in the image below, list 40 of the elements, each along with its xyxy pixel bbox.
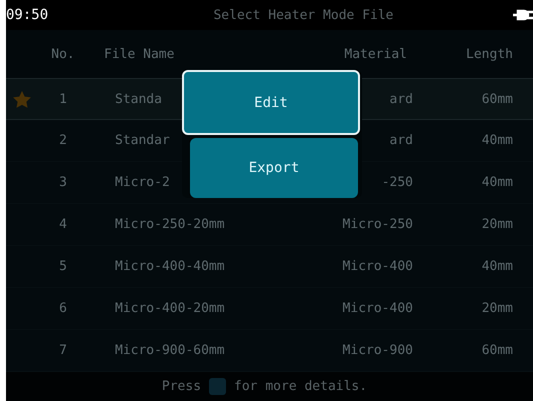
table-cell: Micro-900-60mm	[115, 343, 225, 358]
table-cell: Micro-400-40mm	[115, 259, 225, 274]
table-cell: Micro-250	[342, 217, 413, 232]
table-cell: ard	[390, 133, 413, 148]
table-cell: ard	[390, 92, 413, 106]
menu-item[interactable]: Edit	[182, 70, 360, 135]
table-cell: 7	[59, 343, 67, 358]
table-cell: 60mm	[482, 92, 513, 106]
key-icon	[209, 378, 226, 395]
table-cell: 40mm	[482, 259, 513, 274]
column-header: File Name	[103, 46, 176, 62]
screen-title: Select Heater Mode File	[212, 8, 394, 22]
menu-item[interactable]: Export	[190, 138, 358, 198]
table-cell: Standa	[115, 92, 162, 106]
table-cell: 20mm	[482, 301, 513, 316]
table-cell: Micro-400	[342, 301, 413, 316]
table-cell: Standar	[115, 133, 170, 148]
table-cell: 1	[59, 92, 67, 106]
table-cell: 3	[59, 175, 67, 190]
table-cell: Micro-2	[115, 175, 170, 190]
footer-hint: Press	[162, 379, 202, 394]
table-cell: Micro-250-20mm	[115, 217, 225, 232]
table-cell: 40mm	[482, 175, 513, 190]
table-cell: 60mm	[482, 343, 513, 358]
plug-icon	[511, 8, 533, 22]
table-cell: 6	[59, 301, 67, 316]
table-cell: Micro-900	[342, 343, 413, 358]
column-header: Material	[343, 46, 408, 62]
table-cell: 5	[59, 259, 67, 274]
clock-time: 09:50	[6, 7, 50, 23]
table-cell: Micro-400	[342, 259, 413, 274]
table-cell: 2	[59, 133, 67, 148]
table-cell: Micro-400-20mm	[115, 301, 225, 316]
table-cell: 20mm	[482, 217, 513, 232]
column-header: Length	[465, 46, 514, 62]
column-header: No.	[50, 46, 76, 62]
footer-hint: for more details.	[234, 379, 368, 394]
table-cell: -250	[382, 175, 413, 190]
table-cell: 40mm	[482, 133, 513, 148]
table-cell: 4	[59, 217, 67, 232]
